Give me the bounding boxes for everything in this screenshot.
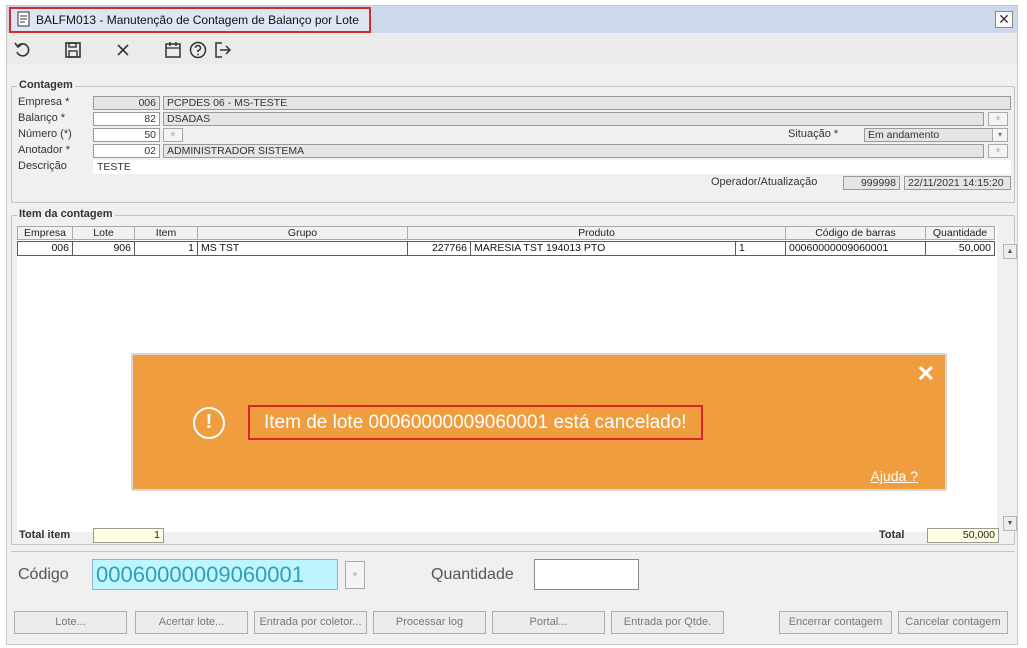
entrada-coletor-button-label: Entrada por coletor... — [259, 616, 362, 628]
descricao-label: Descrição — [18, 160, 67, 172]
situacao-label: Situação * — [788, 128, 839, 140]
situacao-select[interactable]: Em andamento — [864, 128, 993, 142]
grid-scrollbar[interactable]: ▲ ▼ — [1003, 244, 1017, 532]
balanco-name-field: DSADAS — [163, 112, 984, 126]
total-label: Total — [879, 529, 905, 541]
toast-help-link[interactable]: Ajuda ? — [871, 468, 918, 484]
contagem-legend: Contagem — [17, 79, 75, 91]
divider — [11, 551, 1015, 552]
undo-icon[interactable] — [13, 40, 33, 60]
col-lote[interactable]: Lote — [73, 226, 135, 240]
cancel-icon[interactable] — [113, 40, 133, 60]
col-quantidade[interactable]: Quantidade — [926, 226, 995, 240]
window-title-text: BALFM013 - Manutenção de Contagem de Bal… — [36, 13, 359, 27]
cell-produto-name: MARESIA TST 194013 PTO — [471, 241, 736, 256]
codigo-label: Código — [18, 566, 69, 583]
col-item[interactable]: Item — [135, 226, 198, 240]
cell-produto-extra: 1 — [736, 241, 786, 256]
descricao-field[interactable]: TESTE — [93, 160, 1011, 174]
codigo-lookup-button[interactable]: ✧ — [345, 561, 365, 589]
scroll-up-icon[interactable]: ▲ — [1003, 244, 1017, 259]
operador-label: Operador/Atualização — [711, 176, 818, 188]
entrada-qtde-button-label: Entrada por Qtde. — [623, 616, 712, 628]
acertar-lote-button[interactable]: Acertar lote... — [135, 611, 248, 634]
numero-field[interactable]: 50 — [93, 128, 160, 142]
empresa-label: Empresa * — [18, 96, 70, 108]
save-icon[interactable] — [63, 40, 83, 60]
acertar-lote-button-label: Acertar lote... — [158, 616, 225, 628]
grid-header: Empresa Lote Item Grupo Produto Código d… — [17, 226, 995, 240]
document-icon — [17, 11, 31, 30]
lote-button[interactable]: Lote... — [14, 611, 127, 634]
cancelar-button-label: Cancelar contagem — [905, 616, 1001, 628]
portal-button-label: Portal... — [529, 616, 568, 628]
error-toast: ✕ ! Item de lote 00060000009060001 está … — [131, 353, 947, 491]
anotador-code-field[interactable]: 02 — [93, 144, 160, 158]
app-window: BALFM013 - Manutenção de Contagem de Bal… — [6, 5, 1018, 645]
numero-label: Número (*) — [18, 128, 72, 140]
scroll-down-icon[interactable]: ▼ — [1003, 516, 1017, 531]
total-item-field: 1 — [93, 528, 164, 543]
quantidade-label: Quantidade — [431, 566, 514, 583]
lote-button-label: Lote... — [55, 616, 86, 628]
codigo-input[interactable]: 00060000009060001 — [92, 559, 338, 590]
balanco-label: Balanço * — [18, 112, 66, 124]
operador-field: 999998 — [843, 176, 900, 190]
entrada-coletor-button[interactable]: Entrada por coletor... — [254, 611, 367, 634]
calendar-icon[interactable] — [163, 40, 183, 60]
itens-legend: Item da contagem — [17, 208, 115, 220]
toast-close-icon[interactable]: ✕ — [917, 361, 935, 387]
window-title: BALFM013 - Manutenção de Contagem de Bal… — [9, 7, 371, 33]
empresa-code-field[interactable]: 006 — [93, 96, 160, 110]
warning-icon: ! — [193, 407, 225, 439]
table-row[interactable]: 006 906 1 MS TST 227766 MARESIA TST 1940… — [17, 241, 995, 256]
cell-item: 1 — [135, 241, 198, 256]
cell-quantidade: 50,000 — [926, 241, 995, 256]
processar-log-button-label: Processar log — [395, 616, 464, 628]
total-item-label: Total item — [19, 529, 71, 541]
anotador-name-field: ADMINISTRADOR SISTEMA — [163, 144, 984, 158]
processar-log-button[interactable]: Processar log — [373, 611, 486, 634]
cell-codigo-barras: 00060000009060001 — [786, 241, 926, 256]
numero-lookup-button[interactable]: ✧ — [163, 128, 183, 142]
col-grupo[interactable]: Grupo — [198, 226, 408, 240]
cell-grupo: MS TST — [198, 241, 408, 256]
cell-empresa: 006 — [17, 241, 73, 256]
total-field: 50,000 — [927, 528, 999, 543]
toolbar — [7, 34, 1017, 64]
encerrar-contagem-button[interactable]: Encerrar contagem — [779, 611, 892, 634]
quantidade-input[interactable] — [534, 559, 639, 590]
title-bar: BALFM013 - Manutenção de Contagem de Bal… — [7, 6, 1017, 33]
cell-produto-code: 227766 — [408, 241, 471, 256]
encerrar-button-label: Encerrar contagem — [788, 616, 883, 628]
anotador-lookup-button[interactable]: ✧ — [988, 144, 1008, 158]
chevron-down-icon[interactable]: ▾ — [992, 128, 1008, 142]
cell-lote: 906 — [73, 241, 135, 256]
balanco-code-field[interactable]: 82 — [93, 112, 160, 126]
close-window-button[interactable]: ✕ — [995, 11, 1013, 28]
col-codigo-barras[interactable]: Código de barras — [786, 226, 926, 240]
portal-button[interactable]: Portal... — [492, 611, 605, 634]
balanco-lookup-button[interactable]: ✧ — [988, 112, 1008, 126]
cancelar-contagem-button[interactable]: Cancelar contagem — [898, 611, 1008, 634]
empresa-name-field: PCPDES 06 - MS-TESTE — [163, 96, 1011, 110]
atualizacao-field: 22/11/2021 14:15:20 — [904, 176, 1011, 190]
col-produto[interactable]: Produto — [408, 226, 786, 240]
col-empresa[interactable]: Empresa — [17, 226, 73, 240]
toast-message: Item de lote 00060000009060001 está canc… — [248, 405, 703, 440]
anotador-label: Anotador * — [18, 144, 70, 156]
exit-icon[interactable] — [213, 40, 233, 60]
help-icon[interactable] — [188, 40, 208, 60]
entrada-qtde-button[interactable]: Entrada por Qtde. — [611, 611, 724, 634]
